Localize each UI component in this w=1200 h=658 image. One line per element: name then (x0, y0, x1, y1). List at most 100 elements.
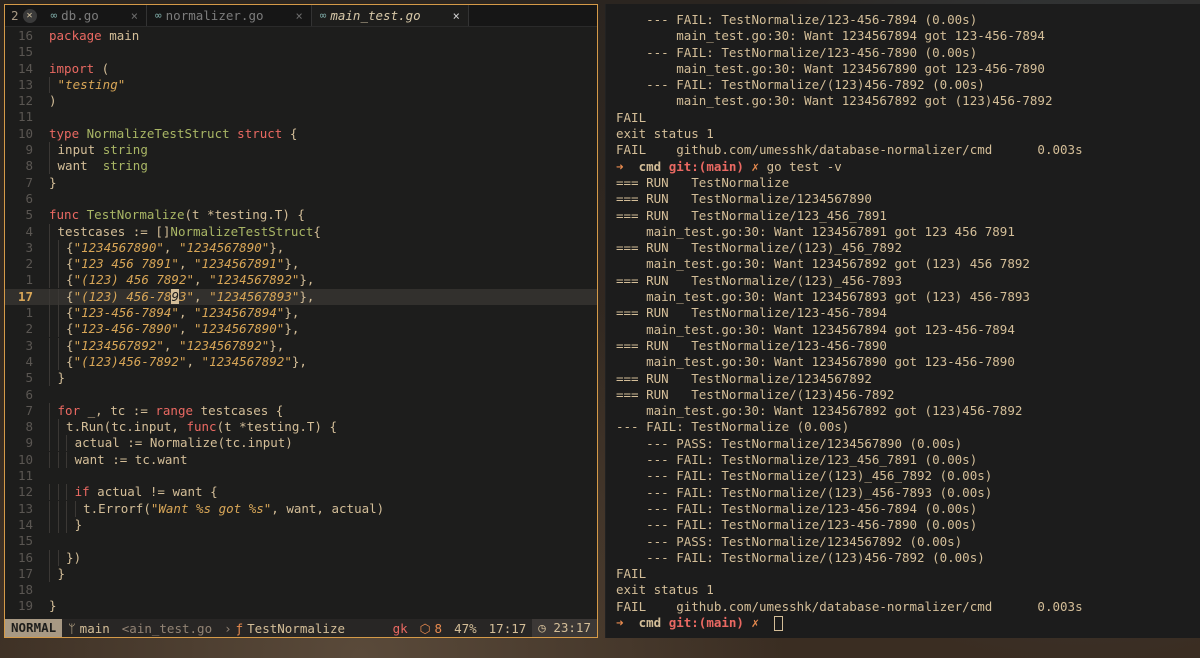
line-number: 11 (17, 468, 33, 484)
code-line[interactable]: 6 (5, 387, 597, 403)
code-line[interactable]: 7} (5, 175, 597, 191)
line-number: 9 (25, 435, 33, 451)
mode-indicator: NORMAL (5, 619, 63, 637)
line-number: 11 (17, 109, 33, 125)
terminal-output-line: FAIL (616, 109, 647, 125)
git-branch: ᛘ main (62, 621, 116, 636)
shell-prompt[interactable]: ➜ cmd git:(main) ✗ go test -v (616, 159, 1200, 175)
code-line[interactable]: 18 (5, 582, 597, 598)
terminal-output-line: exit status 1 (616, 582, 714, 598)
line-number: 13 (17, 76, 33, 92)
close-all-icon[interactable]: ✕ (22, 8, 37, 23)
code-text: import ( (49, 60, 110, 76)
code-line[interactable]: 2 {"123-456-7890", "1234567890"}, (5, 321, 597, 338)
code-line[interactable]: 4 testcases := []NormalizeTestStruct{ (5, 223, 597, 240)
line-number: 14 (17, 60, 33, 76)
code-line[interactable]: 12 if actual != want { (5, 484, 597, 501)
code-text: if actual != want { (49, 484, 218, 501)
code-line[interactable]: 14 import ( (5, 61, 597, 77)
terminal-output-line: === RUN TestNormalize/(123)_456_7892 (616, 240, 902, 256)
code-line[interactable]: 1 {"123-456-7894", "1234567894"}, (5, 305, 597, 322)
code-line[interactable]: 5 } (5, 370, 597, 387)
tab-main-test-go[interactable]: ∞ main_test.go × (311, 5, 469, 26)
line-number: 3 (25, 337, 33, 353)
code-line[interactable]: 17 } (5, 565, 597, 582)
line-number: 17 (17, 288, 33, 304)
terminal-pane[interactable]: --- FAIL: TestNormalize/123-456-7894 (0.… (605, 4, 1200, 638)
code-line[interactable]: 5 func TestNormalize(t *testing.T) { (5, 207, 597, 223)
terminal-output-line: main_test.go:30: Want 1234567894 got 123… (616, 321, 1015, 337)
code-line[interactable]: 16 }) (5, 549, 597, 566)
cursor-position: 17:17 (488, 620, 527, 636)
package-icon: ⬡ (419, 620, 431, 636)
code-text: } (49, 598, 57, 614)
code-line[interactable]: 2 {"123 456 7891", "1234567891"}, (5, 256, 597, 273)
line-number: 15 (17, 533, 33, 549)
line-number: 1 (25, 272, 33, 288)
code-line[interactable]: 12) (5, 93, 597, 109)
code-text: {"(123) 456-7893", "1234567893"}, (49, 288, 314, 305)
file-name: <ain_test.go (121, 620, 213, 636)
close-icon[interactable]: × (453, 9, 460, 23)
tab-count: 2 ✕ (5, 5, 43, 26)
code-line[interactable]: 11 (5, 109, 597, 125)
shell-prompt[interactable]: ➜ cmd git:(main) ✗ (616, 615, 1200, 631)
git-branch-icon: ᛘ (68, 620, 76, 636)
tab-db-go[interactable]: ∞ db.go × (43, 5, 148, 26)
code-line[interactable]: 11 (5, 468, 597, 484)
code-line[interactable]: 10 type NormalizeTestStruct struct { (5, 126, 597, 142)
code-line-current[interactable]: 17 {"(123) 456-7893", "1234567893"}, (5, 288, 597, 306)
code-line[interactable]: 3 {"1234567892", "1234567892"}, (5, 337, 597, 354)
code-line[interactable]: 3 {"1234567890", "1234567890"}, (5, 239, 597, 256)
code-line[interactable]: 16 package main (5, 28, 597, 44)
line-number: 2 (25, 321, 33, 337)
code-line[interactable]: 13 t.Errorf("Want %s got %s", want, actu… (5, 500, 597, 517)
terminal-output-line: --- FAIL: TestNormalize/123-456-7890 (0.… (616, 517, 978, 533)
line-number: 10 (17, 451, 33, 467)
code-line[interactable]: 10 want := tc.want (5, 451, 597, 468)
code-line[interactable]: 8 want string (5, 158, 597, 175)
code-text: want string (49, 158, 148, 175)
close-icon[interactable]: × (131, 9, 138, 23)
code-line[interactable]: 15 (5, 533, 597, 549)
code-line[interactable]: 8 t.Run(tc.input, func(t *testing.T) { (5, 419, 597, 436)
terminal-output-line: === RUN TestNormalize/1234567890 (616, 191, 872, 207)
code-line[interactable]: 4 {"(123)456-7892", "1234567892"}, (5, 353, 597, 370)
terminal-output-line: main_test.go:30: Want 1234567893 got (12… (616, 289, 1030, 305)
line-number: 16 (17, 28, 33, 43)
line-number: 4 (25, 223, 33, 239)
code-line[interactable]: 9 actual := Normalize(tc.input) (5, 435, 597, 452)
terminal-output-line: === RUN TestNormalize/1234567892 (616, 370, 872, 386)
line-number: 8 (25, 419, 33, 435)
scroll-percent: 47% (454, 620, 477, 636)
chevron-right-icon: › (224, 620, 232, 636)
code-text: {"1234567890", "1234567890"}, (49, 239, 284, 256)
code-text: for _, tc := range testcases { (49, 402, 283, 419)
code-text: {"123-456-7894", "1234567894"}, (49, 305, 299, 322)
function-icon: ƒ (235, 620, 244, 636)
code-line[interactable]: 6 (5, 191, 597, 207)
code-buffer[interactable]: 16 package main 15 14 import (13 "testing" 12… (5, 28, 597, 615)
code-line[interactable]: 13 "testing" (5, 76, 597, 93)
code-line[interactable]: 7 for _, tc := range testcases { (5, 402, 597, 419)
code-line[interactable]: 1 {"(123) 456 7892", "1234567892"}, (5, 272, 597, 289)
line-number: 12 (17, 93, 33, 109)
code-text: {"123 456 7891", "1234567891"}, (49, 256, 299, 273)
code-line[interactable]: 14 } (5, 516, 597, 533)
line-number: 15 (17, 44, 33, 60)
terminal-output-line: main_test.go:30: Want 1234567891 got 123… (616, 223, 1015, 239)
line-number: 18 (17, 582, 33, 598)
terminal-output-line: === RUN TestNormalize/123-456-7894 (616, 305, 887, 321)
code-line[interactable]: 15 (5, 44, 597, 60)
code-line[interactable]: 19} (5, 598, 597, 614)
code-line[interactable]: 9 input string (5, 142, 597, 159)
close-icon[interactable]: × (296, 9, 303, 23)
diagnostics: ⬡ 8 (414, 621, 448, 636)
terminal-cursor (774, 615, 784, 631)
editor-pane[interactable]: 2 ✕ ∞ db.go × ∞ normalizer.go × ∞ main_t… (4, 4, 598, 638)
code-text: {"(123)456-7892", "1234567892"}, (49, 353, 307, 370)
prompt-directory: cmd (638, 614, 662, 630)
tab-normalizer-go[interactable]: ∞ normalizer.go × (147, 5, 312, 26)
gk-indicator: gk (392, 620, 408, 636)
terminal-output-line: --- FAIL: TestNormalize/123-456-7894 (0.… (616, 500, 978, 516)
